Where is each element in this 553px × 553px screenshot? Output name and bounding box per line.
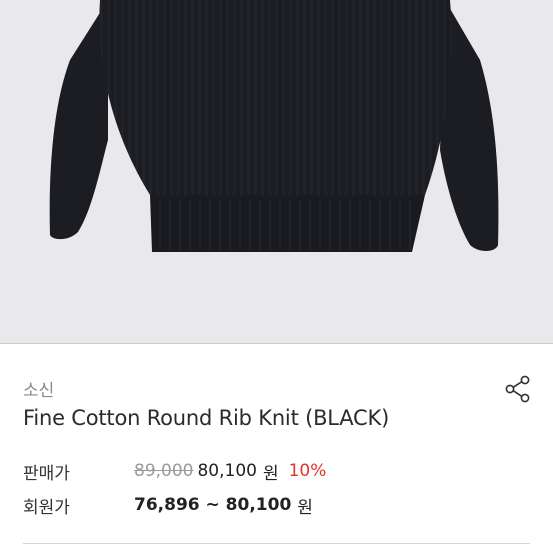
member-price-label: 회원가 (23, 497, 70, 518)
sale-price-label: 판매가 (23, 463, 70, 484)
sale-price-row: 판매가 89,000 80,100 원 10% (23, 459, 327, 484)
member-price-currency: 원 (297, 497, 313, 518)
share-icon (505, 375, 530, 403)
section-divider (23, 543, 530, 544)
share-button[interactable] (503, 374, 533, 404)
brand-name[interactable]: 소신 (23, 376, 54, 401)
product-image[interactable] (0, 0, 553, 343)
discount-rate: 10% (288, 461, 327, 481)
image-divider (0, 343, 553, 344)
sweater-illustration (49, 0, 499, 252)
member-price-range: 76,896 ~ 80,100 (134, 495, 292, 515)
original-price: 89,000 (134, 461, 194, 481)
sale-price: 80,100 (197, 461, 257, 481)
sale-price-currency: 원 (262, 463, 279, 484)
member-price-row: 회원가 76,896 ~ 80,100 원 (23, 493, 313, 518)
product-title: Fine Cotton Round Rib Knit (BLACK) (23, 406, 390, 430)
